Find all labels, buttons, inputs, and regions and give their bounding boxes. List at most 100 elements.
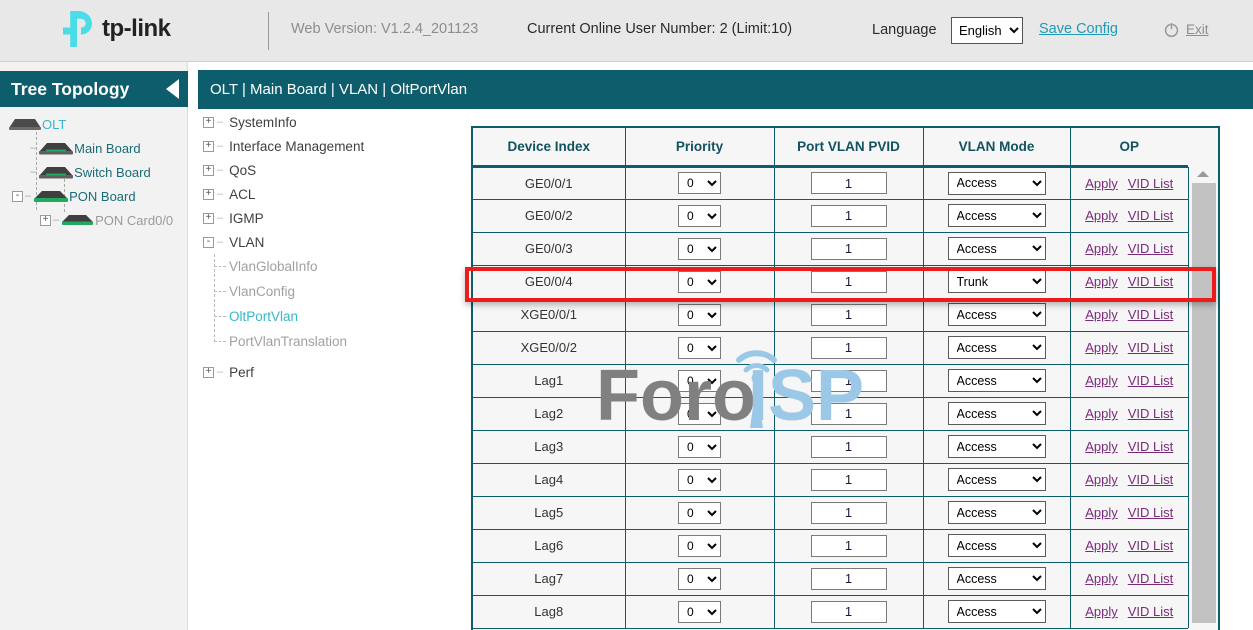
vid-list-link[interactable]: VID List (1128, 274, 1174, 289)
apply-link[interactable]: Apply (1085, 208, 1118, 223)
priority-select[interactable]: 01234567 (678, 205, 721, 227)
menu-toggle-plus-icon[interactable]: + (203, 165, 214, 176)
menu-toggle-plus-icon[interactable]: + (203, 117, 214, 128)
vlan-mode-select[interactable]: AccessTrunkHybrid (948, 567, 1046, 590)
menu-toggle-plus-icon[interactable]: + (203, 213, 214, 224)
apply-link[interactable]: Apply (1085, 176, 1118, 191)
vid-list-link[interactable]: VID List (1128, 538, 1174, 553)
apply-link[interactable]: Apply (1085, 373, 1118, 388)
apply-link[interactable]: Apply (1085, 439, 1118, 454)
chevron-left-icon[interactable] (166, 79, 179, 99)
priority-select[interactable]: 01234567 (678, 337, 721, 359)
vid-list-link[interactable]: VID List (1128, 505, 1174, 520)
submenu-item-portvlantranslation[interactable]: PortVlanTranslation (189, 329, 459, 354)
vlan-mode-select[interactable]: AccessTrunkHybrid (948, 534, 1046, 557)
vid-list-link[interactable]: VID List (1128, 373, 1174, 388)
menu-item-interface-management[interactable]: + – Interface Management (189, 134, 459, 158)
menu-item-acl[interactable]: + – ACL (189, 182, 459, 206)
tree-node-pon-card[interactable]: + – PON Card0/0 (0, 208, 188, 232)
priority-select[interactable]: 01234567 (678, 568, 721, 590)
vlan-mode-select[interactable]: AccessTrunkHybrid (948, 303, 1046, 326)
pvid-input[interactable] (811, 370, 887, 392)
tree-node-olt[interactable]: OLT (0, 112, 188, 136)
menu-item-systeminfo[interactable]: + – SystemInfo (189, 110, 459, 134)
tree-node-switch-board[interactable]: – Switch Board (0, 160, 188, 184)
priority-select[interactable]: 01234567 (678, 172, 721, 194)
submenu-item-oltportvlan[interactable]: OltPortVlan (189, 304, 459, 329)
tree-node-main-board[interactable]: – Main Board (0, 136, 188, 160)
priority-select[interactable]: 01234567 (678, 271, 721, 293)
tree-node-pon-board[interactable]: - – PON Board (0, 184, 188, 208)
vlan-mode-select[interactable]: AccessTrunkHybrid (948, 501, 1046, 524)
vlan-mode-select[interactable]: AccessTrunkHybrid (948, 435, 1046, 458)
vid-list-link[interactable]: VID List (1128, 208, 1174, 223)
table-scrollbar[interactable] (1188, 167, 1218, 628)
vlan-mode-select[interactable]: AccessTrunkHybrid (948, 369, 1046, 392)
apply-link[interactable]: Apply (1085, 241, 1118, 256)
vlan-mode-select[interactable]: AccessTrunkHybrid (948, 172, 1046, 195)
priority-select[interactable]: 01234567 (678, 436, 721, 458)
pvid-input[interactable] (811, 238, 887, 260)
apply-link[interactable]: Apply (1085, 472, 1118, 487)
priority-select[interactable]: 01234567 (678, 304, 721, 326)
pvid-input[interactable] (811, 601, 887, 623)
priority-select[interactable]: 01234567 (678, 469, 721, 491)
vlan-mode-select[interactable]: AccessTrunkHybrid (948, 270, 1046, 293)
menu-item-vlan[interactable]: - – VLAN (189, 230, 459, 254)
pvid-input[interactable] (811, 469, 887, 491)
vid-list-link[interactable]: VID List (1128, 307, 1174, 322)
vid-list-link[interactable]: VID List (1128, 340, 1174, 355)
vid-list-link[interactable]: VID List (1128, 604, 1174, 619)
vid-list-link[interactable]: VID List (1128, 406, 1174, 421)
vid-list-link[interactable]: VID List (1128, 241, 1174, 256)
pvid-input[interactable] (811, 205, 887, 227)
submenu-item-vlanglobalinfo[interactable]: VlanGlobalInfo (189, 254, 459, 279)
language-select[interactable]: English (951, 17, 1023, 44)
apply-link[interactable]: Apply (1085, 571, 1118, 586)
vlan-mode-select[interactable]: AccessTrunkHybrid (948, 336, 1046, 359)
apply-link[interactable]: Apply (1085, 505, 1118, 520)
vid-list-link[interactable]: VID List (1128, 472, 1174, 487)
menu-toggle-plus-icon[interactable]: + (203, 141, 214, 152)
tree-toggle-plus-icon[interactable]: + (40, 215, 51, 226)
priority-select[interactable]: 01234567 (678, 370, 721, 392)
apply-link[interactable]: Apply (1085, 604, 1118, 619)
pvid-input[interactable] (811, 535, 887, 557)
vid-list-link[interactable]: VID List (1128, 176, 1174, 191)
vid-list-link[interactable]: VID List (1128, 571, 1174, 586)
apply-link[interactable]: Apply (1085, 406, 1118, 421)
menu-item-qos[interactable]: + – QoS (189, 158, 459, 182)
vlan-mode-select[interactable]: AccessTrunkHybrid (948, 204, 1046, 227)
tree-toggle-minus-icon[interactable]: - (12, 191, 23, 202)
menu-toggle-minus-icon[interactable]: - (203, 237, 214, 248)
priority-select[interactable]: 01234567 (678, 403, 721, 425)
apply-link[interactable]: Apply (1085, 340, 1118, 355)
pvid-input[interactable] (811, 337, 887, 359)
vid-list-link[interactable]: VID List (1128, 439, 1174, 454)
scrollbar-thumb[interactable] (1192, 183, 1216, 623)
pvid-input[interactable] (811, 568, 887, 590)
menu-toggle-plus-icon[interactable]: + (203, 189, 214, 200)
apply-link[interactable]: Apply (1085, 274, 1118, 289)
apply-link[interactable]: Apply (1085, 538, 1118, 553)
pvid-input[interactable] (811, 502, 887, 524)
apply-link[interactable]: Apply (1085, 307, 1118, 322)
exit-button[interactable]: Exit (1163, 21, 1209, 38)
vlan-mode-select[interactable]: AccessTrunkHybrid (948, 600, 1046, 623)
save-config-link[interactable]: Save Config (1039, 21, 1118, 37)
menu-item-perf[interactable]: + – Perf (189, 360, 459, 384)
priority-select[interactable]: 01234567 (678, 535, 721, 557)
vlan-mode-select[interactable]: AccessTrunkHybrid (948, 402, 1046, 425)
pvid-input[interactable] (811, 436, 887, 458)
priority-select[interactable]: 01234567 (678, 502, 721, 524)
brand-logo[interactable]: tp-link (62, 10, 171, 48)
submenu-item-vlanconfig[interactable]: VlanConfig (189, 279, 459, 304)
menu-toggle-plus-icon[interactable]: + (203, 367, 214, 378)
vlan-mode-select[interactable]: AccessTrunkHybrid (948, 237, 1046, 260)
vlan-mode-select[interactable]: AccessTrunkHybrid (948, 468, 1046, 491)
pvid-input[interactable] (811, 172, 887, 194)
priority-select[interactable]: 01234567 (678, 238, 721, 260)
pvid-input[interactable] (811, 304, 887, 326)
scroll-up-arrow-icon[interactable] (1197, 171, 1209, 177)
pvid-input[interactable] (811, 403, 887, 425)
